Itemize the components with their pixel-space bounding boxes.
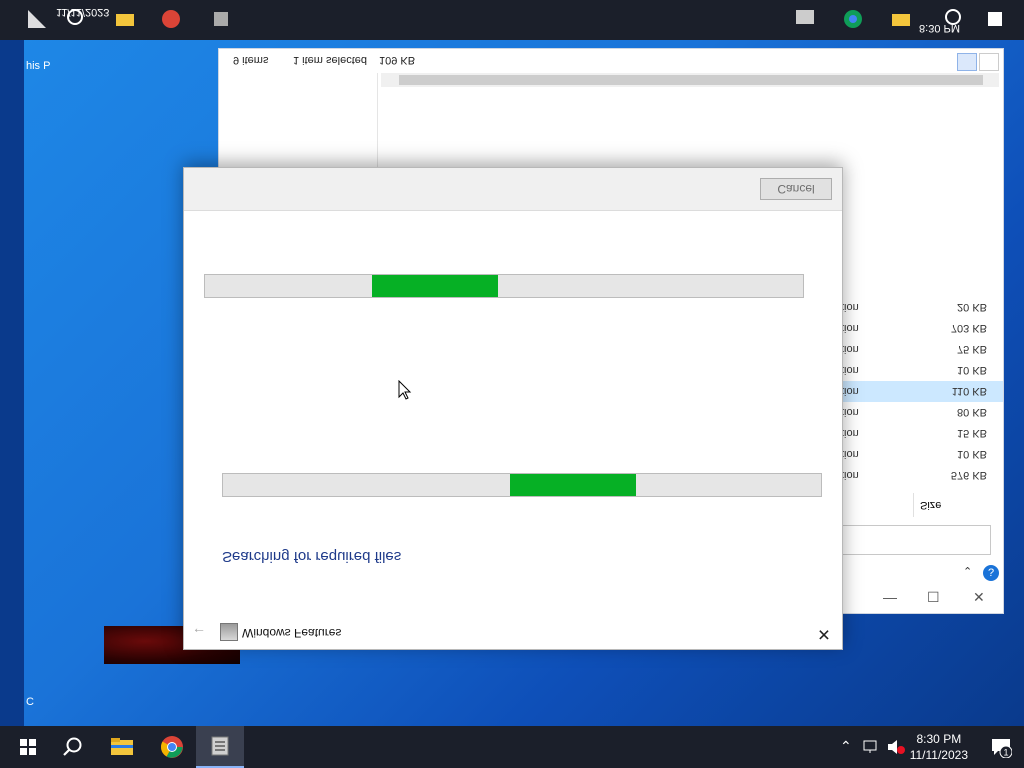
folder-icon-reflection [116, 14, 134, 26]
svg-text:1: 1 [1003, 748, 1008, 758]
app-icon-reflection-2 [796, 10, 814, 24]
table-row[interactable]: tion 15 KB [839, 423, 1003, 444]
chrome-icon-reflection [162, 10, 180, 28]
column-header-size[interactable]: Size [913, 493, 994, 517]
file-type: tion [841, 301, 859, 313]
details-view-button[interactable] [957, 53, 977, 71]
back-arrow-icon: ← [192, 625, 206, 641]
mirrored-taskbar-reflection: 11/11/2023 8:30 PM [0, 0, 1024, 40]
file-explorer-taskbar-button[interactable] [98, 726, 146, 768]
status-bar: 9 items 1 item selected 109 KB [219, 49, 1003, 71]
chrome-icon-reflection-2 [844, 10, 862, 28]
table-row[interactable]: tion 703 KB [839, 318, 1003, 339]
dialog-footer: Cancel [184, 168, 842, 211]
app-icon-reflection [214, 12, 228, 26]
large-icons-view-button[interactable] [979, 53, 999, 71]
file-size: 576 KB [950, 469, 987, 481]
action-center-button[interactable]: 1 [990, 736, 1013, 759]
clock-time: 8:30 PM [916, 732, 962, 746]
file-type: tion [841, 448, 859, 460]
reflection-time: 8:30 PM [919, 22, 960, 34]
dialog-titlebar: ← Windows Features ✕ [184, 617, 842, 649]
horizontal-scrollbar[interactable] [381, 73, 999, 87]
cancel-button[interactable]: Cancel [760, 178, 832, 200]
volume-muted-icon[interactable] [886, 739, 906, 755]
file-size: 110 KB [951, 385, 987, 397]
file-type: tion [841, 322, 859, 334]
file-size: 15 KB [957, 427, 987, 439]
windows-features-taskbar-button[interactable] [196, 726, 244, 768]
status-text: Searching for required files [222, 548, 402, 565]
minimize-button[interactable]: — [883, 589, 897, 605]
help-icon[interactable]: ? [983, 565, 999, 581]
start-icon-reflection-2 [988, 12, 1002, 26]
file-size: 10 KB [957, 448, 987, 460]
file-type: tion [841, 427, 859, 439]
scrollbar-thumb[interactable] [399, 75, 983, 85]
table-row[interactable]: tion 20 KB [839, 297, 1003, 318]
progress-fill [372, 275, 499, 297]
search-icon [63, 737, 82, 756]
file-size: 10 KB [957, 364, 987, 376]
file-type: tion [841, 469, 859, 481]
file-type: tion [841, 385, 859, 397]
close-button[interactable]: ✕ [973, 589, 985, 606]
maximize-button[interactable]: ☐ [927, 589, 940, 606]
taskbar: ⌃ 8:30 PM 11/11/2023 1 [0, 726, 1024, 768]
chevron-up-icon[interactable]: ⌃ [963, 565, 972, 578]
network-icon[interactable] [862, 740, 880, 754]
start-icon-reflection [28, 10, 46, 28]
progress-fill [510, 474, 636, 496]
file-type: tion [841, 406, 859, 418]
search-button[interactable] [48, 726, 96, 768]
windows-features-icon [220, 623, 238, 641]
chrome-icon [161, 736, 183, 758]
windows-logo-icon [20, 739, 36, 755]
status-size: 109 KB [379, 54, 416, 66]
chevron-up-icon[interactable]: ⌃ [840, 738, 852, 755]
start-button[interactable] [4, 726, 52, 768]
clock-date: 11/11/2023 [909, 748, 968, 762]
folder-icon [111, 738, 133, 755]
table-row[interactable]: tion 10 KB [839, 360, 1003, 381]
chrome-taskbar-button[interactable] [148, 726, 196, 768]
close-button[interactable]: ✕ [814, 623, 834, 643]
progress-bar-1 [204, 274, 804, 298]
file-list[interactable]: tion 20 KB tion 703 KB tion 75 KB tion 10 KB… [839, 297, 1003, 486]
file-size: 20 KB [957, 301, 987, 313]
file-type: tion [841, 343, 859, 355]
folder-icon-reflection-2 [892, 14, 910, 26]
progress-bar-2 [222, 473, 822, 497]
status-selected: 1 item selected [293, 54, 367, 66]
file-size: 75 KB [957, 343, 987, 355]
file-size: 703 KB [950, 322, 987, 334]
navigation-pane[interactable] [219, 73, 378, 173]
table-row[interactable]: tion 75 KB [839, 339, 1003, 360]
notification-icon: 1 [992, 739, 1013, 759]
table-row[interactable]: tion 10 KB [839, 444, 1003, 465]
table-row[interactable]: tion 80 KB [839, 402, 1003, 423]
search-icon-reflection [67, 9, 83, 25]
table-row[interactable]: tion 576 KB [839, 465, 1003, 486]
dialog-title: Windows Features [242, 626, 342, 640]
table-row-selected[interactable]: tion 110 KB [839, 381, 1003, 402]
file-type: tion [841, 364, 859, 376]
search-input[interactable] [839, 525, 991, 555]
desktop-icon-label-this-pc[interactable]: his P [26, 60, 50, 72]
mouse-cursor-icon [398, 380, 412, 400]
column-header-label: Size [920, 499, 942, 511]
windows-features-icon [211, 736, 229, 756]
desktop-icon-label[interactable]: C [26, 696, 34, 708]
status-item-count: 9 items [233, 54, 269, 66]
file-size: 80 KB [957, 406, 987, 418]
windows-features-dialog[interactable]: ← Windows Features ✕ Searching for requi… [183, 167, 843, 650]
system-clock[interactable]: 8:30 PM 11/11/2023 [910, 731, 968, 763]
